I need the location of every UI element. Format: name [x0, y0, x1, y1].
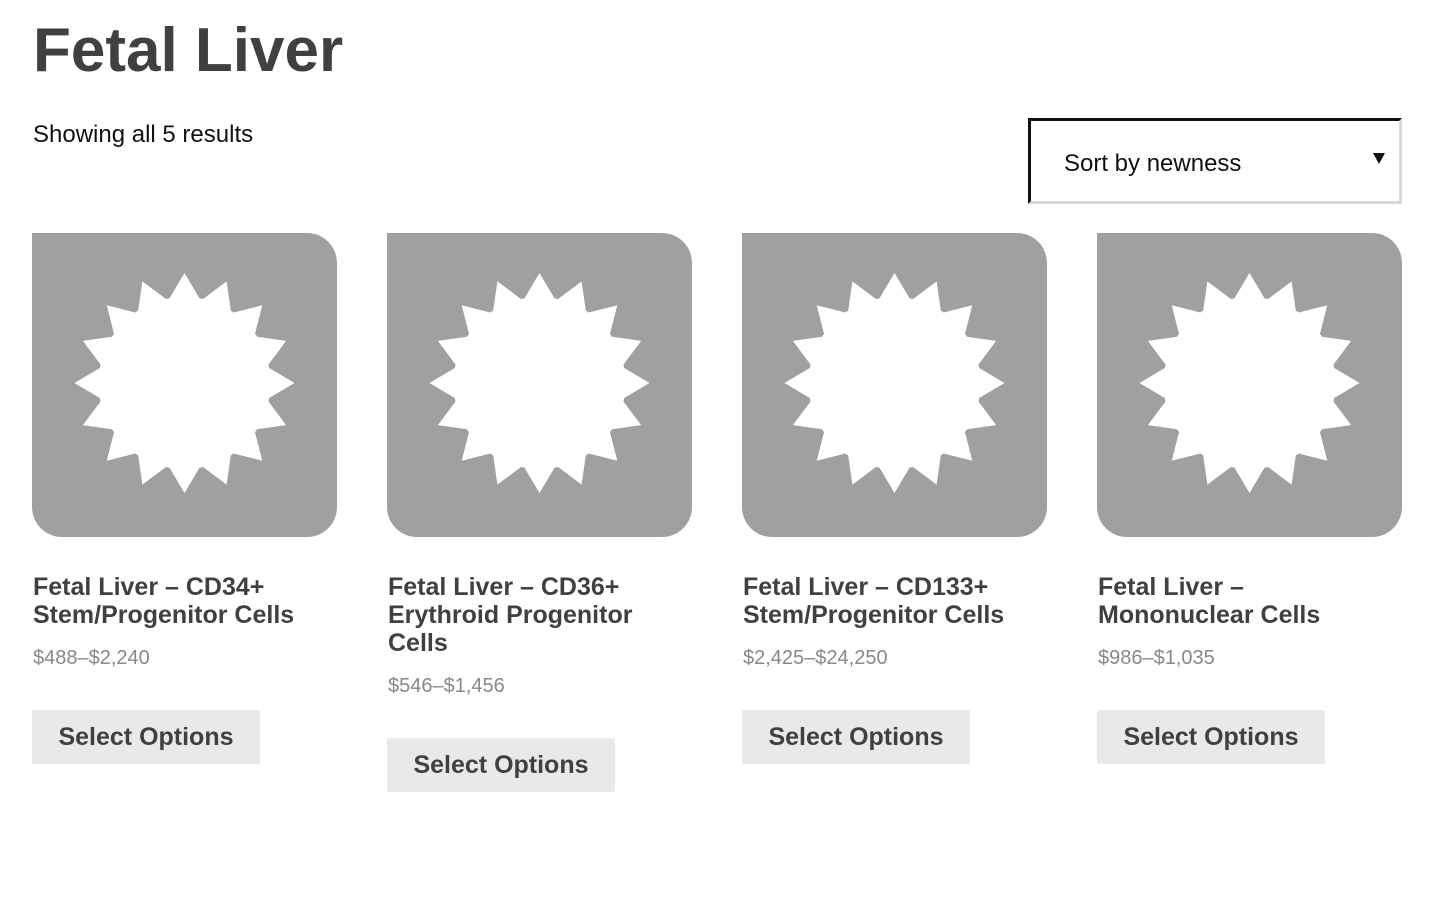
placeholder-sun-icon — [784, 273, 1005, 493]
product-title[interactable]: Fetal Liver – Mononuclear Cells — [1098, 573, 1398, 629]
placeholder-sun-icon — [1139, 273, 1360, 493]
product-card: Fetal Liver – CD133+ Stem/Progenitor Cel… — [742, 233, 1047, 764]
page-title: Fetal Liver — [33, 16, 344, 85]
product-title[interactable]: Fetal Liver – CD36+ Erythroid Progenitor… — [388, 573, 688, 657]
product-placeholder-image[interactable] — [32, 233, 337, 537]
product-title[interactable]: Fetal Liver – CD34+ Stem/Progenitor Cell… — [33, 573, 333, 629]
select-options-button[interactable]: Select Options — [1097, 710, 1325, 764]
product-price: $546–$1,456 — [388, 675, 505, 697]
product-archive-page: Fetal Liver Showing all 5 results Sort b… — [0, 0, 1444, 902]
product-price: $2,425–$24,250 — [743, 647, 888, 669]
result-count: Showing all 5 results — [33, 121, 254, 148]
product-price: $488–$2,240 — [33, 647, 150, 669]
product-placeholder-image[interactable] — [742, 233, 1047, 537]
select-options-button[interactable]: Select Options — [387, 738, 615, 792]
placeholder-sun-icon — [429, 273, 650, 493]
sort-selected-value: Sort by newness — [1064, 150, 1242, 177]
product-price: $986–$1,035 — [1098, 647, 1215, 669]
dropdown-arrow-icon — [1373, 153, 1385, 164]
placeholder-sun-icon — [74, 273, 295, 493]
product-card: Fetal Liver – CD36+ Erythroid Progenitor… — [387, 233, 692, 792]
product-card: Fetal Liver – CD34+ Stem/Progenitor Cell… — [32, 233, 337, 764]
select-options-button[interactable]: Select Options — [32, 710, 260, 764]
product-placeholder-image[interactable] — [387, 233, 692, 537]
sort-dropdown[interactable]: Sort by newness — [1028, 118, 1402, 204]
product-placeholder-image[interactable] — [1097, 233, 1402, 537]
select-options-button[interactable]: Select Options — [742, 710, 970, 764]
product-title[interactable]: Fetal Liver – CD133+ Stem/Progenitor Cel… — [743, 573, 1043, 629]
product-card: Fetal Liver – Mononuclear Cells $986–$1,… — [1097, 233, 1402, 764]
